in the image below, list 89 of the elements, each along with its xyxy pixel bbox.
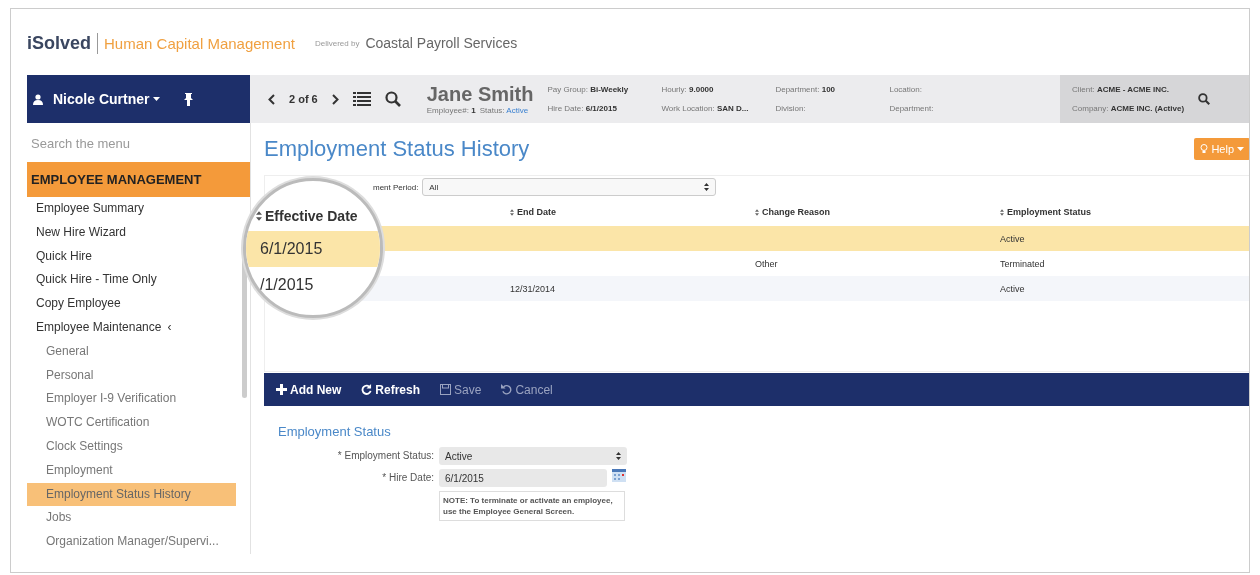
menu-item[interactable]: Copy Employee <box>27 292 236 316</box>
provider-name: Coastal Payroll Services <box>365 35 518 51</box>
pin-icon[interactable] <box>184 92 194 106</box>
menu-item[interactable]: Employment <box>27 458 236 483</box>
field-label: * Hire Date: <box>381 471 434 483</box>
user-menu-button[interactable]: Nicole Curtner <box>47 90 167 108</box>
field-label: Department: <box>889 104 934 113</box>
column-header[interactable]: Effective Date <box>256 201 358 231</box>
undo-icon <box>501 384 513 395</box>
search-icon[interactable] <box>384 91 401 107</box>
field-label: Client: <box>1072 85 1095 94</box>
table-row[interactable]: Other Terminated <box>510 251 1249 276</box>
select-arrows-icon <box>704 183 710 191</box>
menu-item[interactable]: General <box>27 339 236 364</box>
column-header[interactable]: Change Reason <box>755 207 1000 217</box>
menu-item[interactable]: Jobs <box>27 506 236 531</box>
column-header[interactable]: Employment Status <box>1000 207 1249 217</box>
sort-icon <box>755 208 759 216</box>
field-label: Hourly: <box>661 85 687 94</box>
menu-item[interactable]: Employee Maintenance ‹ <box>27 316 236 340</box>
delivered-by-label: Delivered by <box>314 38 360 48</box>
employee-number-label: Employee#: <box>426 106 469 115</box>
menu-item[interactable]: Employee Summary <box>27 197 236 221</box>
field-label: Hire Date: <box>547 104 584 113</box>
refresh-icon <box>361 384 373 395</box>
table-cell: Active <box>1000 283 1025 294</box>
field-label: Work Location: <box>661 104 715 113</box>
field-label: Division: <box>775 104 806 113</box>
menu-item[interactable]: New Hire Wizard <box>27 220 236 245</box>
pager-label: 2 of 6 <box>289 93 318 105</box>
note-text: NOTE: To terminate or activate an employee, use the Employee General Screen. <box>439 491 625 522</box>
list-icon[interactable] <box>352 92 371 106</box>
page-title: Employment Status History <box>264 136 530 162</box>
table-cell: Active <box>1000 233 1025 244</box>
table-cell: Other <box>755 258 778 269</box>
toolbar-button[interactable]: Add New <box>270 381 348 398</box>
field-value: ACME - ACME INC. <box>1096 85 1170 94</box>
save-icon <box>440 384 452 395</box>
field-value: SAN D... <box>716 104 749 113</box>
expand-toggle[interactable]: ‹ <box>167 316 172 340</box>
select-arrows-icon <box>616 452 621 460</box>
next-icon[interactable] <box>331 93 339 105</box>
search-icon[interactable] <box>1198 93 1211 105</box>
table-cell: 12/31/2014 <box>510 283 556 294</box>
field-label: Department: <box>775 85 820 94</box>
hire-date-field[interactable]: 6/1/2015 <box>439 469 607 487</box>
field-value: 6/1/2015 <box>585 104 617 113</box>
menu-item[interactable]: WOTC Certification <box>27 411 236 435</box>
plus-icon <box>276 384 287 395</box>
caret-icon <box>1237 147 1244 151</box>
section-header[interactable]: EMPLOYEE MANAGEMENT <box>27 162 250 197</box>
menu-item[interactable]: Employment Status History <box>27 482 236 507</box>
field-value: ACME INC. (Active) <box>1110 104 1185 113</box>
sort-icon <box>1000 208 1004 216</box>
form-section-title: Employment Status <box>278 424 392 439</box>
caret-icon <box>153 97 161 101</box>
menu-item[interactable]: Clock Settings <box>27 434 236 459</box>
logo: iSolved <box>27 32 99 54</box>
table-cell: 6/1/2015 <box>260 240 323 257</box>
status-label: Status: <box>479 106 505 115</box>
field-label: * Employment Status: <box>336 449 434 461</box>
field-label: Company: <box>1072 104 1109 113</box>
menu-item[interactable]: Organization Manager/Supervi... <box>27 530 236 554</box>
field-value: 100 <box>821 85 836 94</box>
field-label: Pay Group: <box>547 85 588 94</box>
lightbulb-icon <box>1200 144 1209 154</box>
menu-item[interactable]: Quick Hire - Time Only <box>27 268 236 293</box>
employee-number: 1 <box>471 106 476 115</box>
employment-status-select[interactable]: Active <box>439 447 627 465</box>
menu-item[interactable]: Quick Hire <box>27 244 236 269</box>
calendar-icon[interactable] <box>612 469 626 482</box>
toolbar-button[interactable]: Refresh <box>355 381 427 398</box>
menu-item[interactable]: Employer I-9 Verification <box>27 387 236 412</box>
table-cell: /1/2015 <box>260 276 314 293</box>
field-value: Bi-Weekly <box>590 85 629 94</box>
sort-icon <box>256 211 262 221</box>
column-header[interactable]: End Date <box>510 207 755 217</box>
period-select[interactable]: All <box>422 178 717 196</box>
employee-name: Jane Smith <box>426 83 534 106</box>
user-icon <box>33 93 43 105</box>
period-label: ment Period: <box>373 182 419 192</box>
previous-icon[interactable] <box>268 93 275 105</box>
product-name: Human Capital Management <box>104 34 295 52</box>
status-value: Active <box>506 106 529 115</box>
sort-icon <box>510 208 514 216</box>
field-value: 9.0000 <box>689 85 714 94</box>
field-label: Location: <box>889 85 922 94</box>
table-cell: Terminated <box>1000 258 1045 269</box>
menu-item[interactable]: Personal <box>27 363 236 388</box>
